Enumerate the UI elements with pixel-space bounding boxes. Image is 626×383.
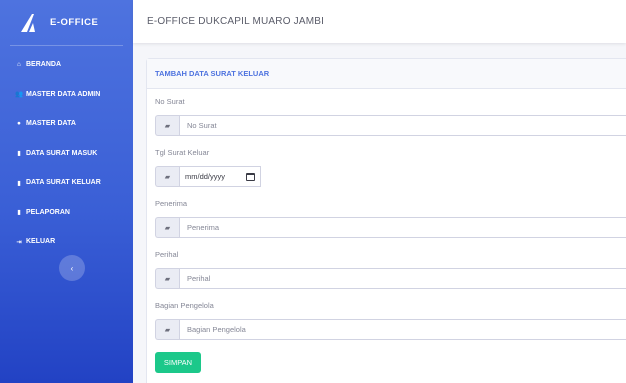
sidebar-item-label: KELUAR xyxy=(26,238,56,246)
calendar-icon[interactable] xyxy=(246,172,255,181)
tgl-surat-group: Tgl Surat Keluar ▰ mm/dd/yyyy xyxy=(155,148,626,187)
sidebar-nav: ⌂ BERANDA 👥 MASTER DATA ADMIN ● MASTER D… xyxy=(0,46,133,257)
form-card: TAMBAH DATA SURAT KELUAR No Surat ▰ Tgl … xyxy=(146,58,626,383)
file-icon: ▮ xyxy=(17,209,21,217)
no-surat-input[interactable] xyxy=(179,115,626,136)
sign-out-icon: ⇥ xyxy=(16,238,22,246)
file-icon: ▰ xyxy=(164,224,171,232)
sidebar-item-label: MASTER DATA ADMIN xyxy=(26,90,101,98)
sidebar-brand[interactable]: E-OFFICE xyxy=(10,0,123,46)
save-button[interactable]: SIMPAN xyxy=(155,352,201,373)
input-addon: ▰ xyxy=(155,217,179,238)
file-icon: ▰ xyxy=(164,275,171,283)
input-addon: ▰ xyxy=(155,166,179,187)
sidebar-item-beranda[interactable]: ⌂ BERANDA xyxy=(0,50,133,80)
sidebar-item-data-surat-masuk[interactable]: ▮ DATA SURAT MASUK xyxy=(0,139,133,169)
bagian-pengelola-input-row: ▰ xyxy=(155,319,626,340)
page-title: E-OFFICE DUKCAPIL MUARO JAMBI xyxy=(147,16,325,27)
input-addon: ▰ xyxy=(155,268,179,289)
perihal-label: Perihal xyxy=(155,250,179,259)
tgl-surat-date-input[interactable]: mm/dd/yyyy xyxy=(179,166,261,187)
file-icon: ▮ xyxy=(17,179,21,187)
sidebar-item-pelaporan[interactable]: ▮ PELAPORAN xyxy=(0,198,133,228)
sidebar-item-data-surat-keluar[interactable]: ▮ DATA SURAT KELUAR xyxy=(0,168,133,198)
no-surat-label: No Surat xyxy=(155,97,185,106)
circle-icon: ● xyxy=(17,120,21,128)
chevron-left-icon: ‹ xyxy=(70,263,74,273)
perihal-input-row: ▰ xyxy=(155,268,626,289)
file-icon: ▰ xyxy=(164,122,171,130)
input-addon: ▰ xyxy=(155,115,179,136)
sidebar: E-OFFICE ⌂ BERANDA 👥 MASTER DATA ADMIN ●… xyxy=(0,0,133,383)
form-title: TAMBAH DATA SURAT KELUAR xyxy=(155,69,270,78)
bagian-pengelola-group: Bagian Pengelola ▰ xyxy=(155,301,626,340)
arrow-logo-icon xyxy=(21,13,35,32)
sidebar-item-label: MASTER DATA xyxy=(26,120,76,128)
sidebar-item-label: PELAPORAN xyxy=(26,208,70,216)
sidebar-item-master-data[interactable]: ● MASTER DATA xyxy=(0,109,133,139)
penerima-input-row: ▰ xyxy=(155,217,626,238)
card-header: TAMBAH DATA SURAT KELUAR xyxy=(147,59,626,89)
sidebar-item-label: DATA SURAT MASUK xyxy=(26,149,98,157)
file-icon: ▰ xyxy=(164,326,171,334)
input-addon: ▰ xyxy=(155,319,179,340)
sidebar-toggle-button[interactable]: ‹ xyxy=(59,255,85,281)
no-surat-group: No Surat ▰ xyxy=(155,97,626,136)
penerima-label: Penerima xyxy=(155,199,188,208)
bagian-pengelola-label: Bagian Pengelola xyxy=(155,301,214,310)
no-surat-input-row: ▰ xyxy=(155,115,626,136)
sidebar-item-master-data-admin[interactable]: 👥 MASTER DATA ADMIN xyxy=(0,80,133,110)
date-value: mm/dd/yyyy xyxy=(185,172,226,181)
brand-name: E-OFFICE xyxy=(50,17,99,28)
users-icon: 👥 xyxy=(15,91,24,99)
topbar: E-OFFICE DUKCAPIL MUARO JAMBI xyxy=(133,0,626,43)
file-icon: ▰ xyxy=(164,173,171,181)
sidebar-item-label: DATA SURAT KELUAR xyxy=(26,179,101,187)
sidebar-item-keluar[interactable]: ⇥ KELUAR xyxy=(0,227,133,257)
sidebar-item-label: BERANDA xyxy=(26,61,61,69)
penerima-group: Penerima ▰ xyxy=(155,199,626,238)
perihal-input[interactable] xyxy=(179,268,626,289)
bagian-pengelola-input[interactable] xyxy=(179,319,626,340)
home-icon: ⌂ xyxy=(17,61,21,69)
tgl-surat-label: Tgl Surat Keluar xyxy=(155,148,210,157)
perihal-group: Perihal ▰ xyxy=(155,250,626,289)
file-icon: ▮ xyxy=(17,150,21,158)
penerima-input[interactable] xyxy=(179,217,626,238)
tgl-surat-input-row: ▰ mm/dd/yyyy xyxy=(155,166,626,187)
